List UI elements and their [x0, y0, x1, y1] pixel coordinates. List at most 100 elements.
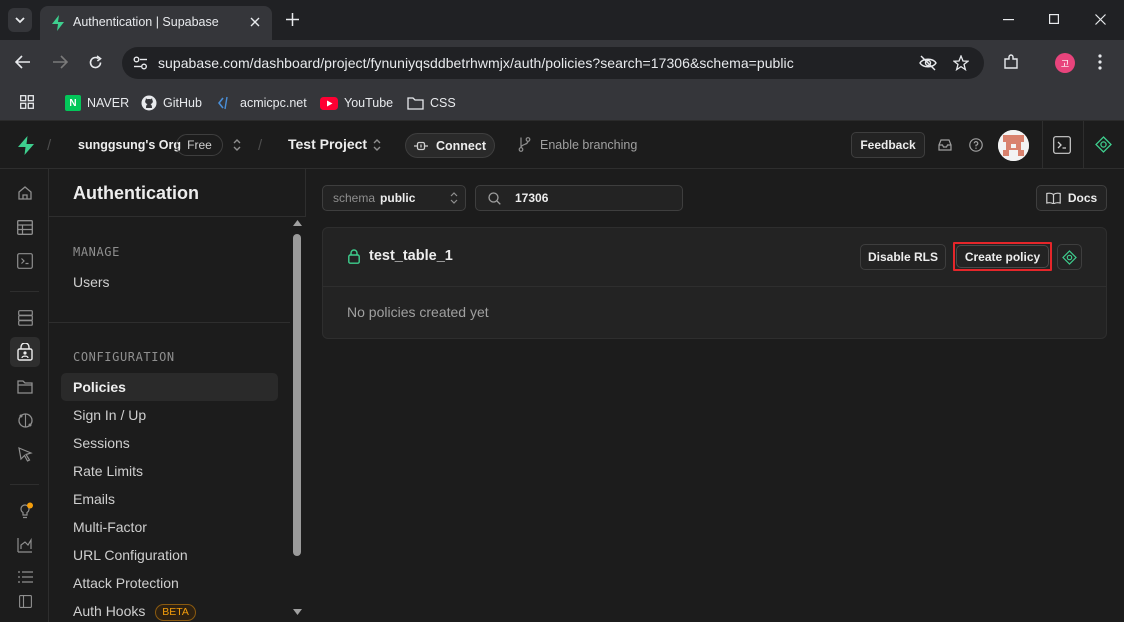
reload-icon[interactable]: [88, 55, 103, 70]
book-open-icon: [1046, 192, 1061, 204]
nav-rail: [0, 169, 49, 622]
nav-advisors[interactable]: [13, 499, 37, 523]
address-bar[interactable]: supabase.com/dashboard/project/fynuniyqs…: [122, 47, 984, 79]
forward-arrow-icon[interactable]: [52, 55, 68, 69]
youtube-icon: [320, 96, 338, 110]
bookmark-star-icon[interactable]: [953, 55, 969, 71]
nav-edge-functions[interactable]: [13, 408, 37, 432]
nav-reports[interactable]: [13, 533, 37, 557]
nav-table-editor[interactable]: [13, 215, 37, 239]
new-tab-icon[interactable]: [286, 13, 299, 26]
cursor-pointer-icon: [18, 447, 33, 462]
menu-item-emails[interactable]: Emails: [61, 485, 278, 513]
menu-title: Authentication: [73, 183, 199, 203]
supabase-favicon-icon: [52, 15, 64, 31]
connect-label: Connect: [436, 138, 486, 153]
supabase-logo-icon[interactable]: [17, 136, 35, 155]
ai-policy-button[interactable]: [1057, 244, 1082, 270]
empty-policies-message: No policies created yet: [347, 304, 489, 320]
org-plan-label: Free: [187, 138, 212, 152]
inbox-icon[interactable]: [938, 139, 952, 151]
site-settings-icon[interactable]: [133, 56, 148, 70]
browser-tab-active[interactable]: Authentication | Supabase: [40, 6, 272, 40]
table-policies-card: test_table_1 Disable RLS Create policy N…: [322, 227, 1107, 339]
plug-icon: [414, 141, 428, 150]
sql-terminal-icon[interactable]: [1053, 136, 1071, 154]
bookmark-naver[interactable]: N NAVER: [65, 93, 129, 113]
breadcrumb-separator: /: [258, 137, 263, 154]
rail-divider: [10, 484, 39, 485]
avatar-pattern-icon: [998, 130, 1029, 161]
minimize-icon[interactable]: [1003, 19, 1014, 21]
menu-item-rate-limits[interactable]: Rate Limits: [61, 457, 278, 485]
database-icon: [17, 310, 33, 326]
folder-icon: [407, 97, 424, 110]
connect-button[interactable]: Connect: [405, 133, 495, 158]
close-tab-icon[interactable]: [250, 17, 260, 27]
user-avatar[interactable]: [998, 130, 1029, 161]
browser-menu-icon[interactable]: [1098, 54, 1102, 70]
url-text[interactable]: supabase.com/dashboard/project/fynuniyqs…: [158, 55, 794, 71]
disable-rls-button[interactable]: Disable RLS: [860, 244, 946, 270]
project-switcher-chevrons-icon[interactable]: [372, 138, 382, 152]
menu-item-sessions[interactable]: Sessions: [61, 429, 278, 457]
table-icon: [17, 219, 33, 235]
list-icon: [17, 571, 33, 583]
schema-value: public: [380, 191, 416, 205]
apps-grid-icon[interactable]: [20, 95, 34, 109]
naver-icon: N: [65, 95, 81, 111]
nav-authentication-active[interactable]: [10, 337, 40, 367]
home-icon: [18, 186, 32, 200]
extensions-icon[interactable]: [1003, 54, 1019, 70]
help-icon[interactable]: [969, 138, 983, 152]
org-name[interactable]: sunggsung's Org: [78, 138, 181, 152]
bookmark-youtube[interactable]: YouTube: [320, 93, 393, 113]
menu-section-divider: [49, 322, 305, 323]
docs-button[interactable]: Docs: [1036, 185, 1107, 211]
nav-storage[interactable]: [13, 374, 37, 398]
bookmark-css-folder[interactable]: CSS: [407, 93, 456, 113]
menu-item-multi-factor[interactable]: Multi-Factor: [61, 513, 278, 541]
close-window-icon[interactable]: [1095, 14, 1106, 25]
bookmark-acmicpc[interactable]: acmicpc.net: [218, 93, 307, 113]
nav-database[interactable]: [13, 306, 37, 330]
terminal-icon: [17, 253, 33, 269]
create-policy-button[interactable]: Create policy: [956, 245, 1049, 268]
nav-realtime[interactable]: [13, 442, 37, 466]
menu-item-sign-in-up[interactable]: Sign In / Up: [61, 401, 278, 429]
nav-collapse[interactable]: [13, 589, 37, 613]
tab-title: Authentication | Supabase: [73, 15, 219, 29]
policy-search-input[interactable]: 17306: [475, 185, 683, 211]
schema-selector[interactable]: schema public: [322, 185, 466, 211]
maximize-icon[interactable]: [1049, 14, 1059, 24]
nav-logs[interactable]: [13, 565, 37, 589]
menu-item-policies[interactable]: Policies: [61, 373, 278, 401]
menu-item-users[interactable]: Users: [61, 268, 278, 296]
scrollbar-thumb[interactable]: [293, 234, 301, 556]
nav-sql-editor[interactable]: [13, 249, 37, 273]
header-divider: [1042, 121, 1043, 168]
project-name[interactable]: Test Project: [288, 136, 367, 152]
profile-avatar[interactable]: 고: [1055, 53, 1075, 73]
bookmark-label: GitHub: [163, 96, 202, 110]
enable-branching-button[interactable]: Enable branching: [518, 137, 637, 152]
bookmark-label: NAVER: [87, 96, 130, 110]
scroll-up-arrow-icon[interactable]: [293, 220, 302, 226]
feedback-button[interactable]: Feedback: [851, 132, 925, 158]
menu-scrollbar[interactable]: [290, 217, 306, 622]
eye-off-icon[interactable]: [919, 55, 937, 71]
storage-icon: [17, 379, 33, 394]
ai-assistant-icon[interactable]: [1095, 136, 1112, 153]
menu-item-url-configuration[interactable]: URL Configuration: [61, 541, 278, 569]
org-switcher-chevrons-icon[interactable]: [232, 138, 242, 152]
table-name: test_table_1: [369, 248, 453, 264]
menu-item-attack-protection[interactable]: Attack Protection: [61, 569, 278, 597]
scroll-down-arrow-icon[interactable]: [293, 609, 302, 615]
nav-home[interactable]: [13, 181, 37, 205]
chart-icon: [17, 537, 32, 553]
tab-search-button[interactable]: [8, 8, 32, 32]
bookmark-github[interactable]: GitHub: [141, 93, 202, 113]
back-arrow-icon[interactable]: [15, 55, 31, 69]
card-divider: [323, 286, 1106, 287]
menu-item-auth-hooks[interactable]: Auth Hooks BETA: [61, 597, 278, 622]
